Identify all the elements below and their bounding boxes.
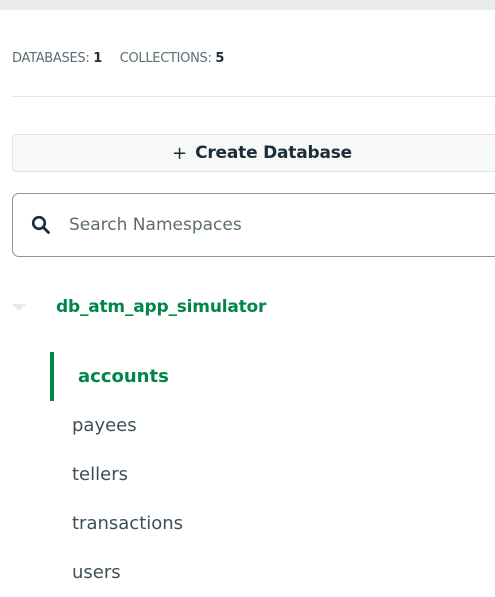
databases-count: 1 [93,51,102,66]
database-name: db_atm_app_simulator [56,297,267,317]
create-database-label: Create Database [195,143,352,163]
collection-name: users [72,562,121,583]
active-indicator [50,352,54,401]
caret-down-icon[interactable] [10,300,28,314]
collection-list: accounts payees tellers transactions use… [0,352,495,597]
collection-item-payees[interactable]: payees [0,401,495,450]
collection-name: tellers [72,464,128,485]
collections-label: COLLECTIONS: [119,51,212,66]
collection-item-accounts[interactable]: accounts [0,352,495,401]
database-item[interactable]: db_atm_app_simulator [0,290,495,324]
databases-label: DATABASES: [12,51,90,66]
create-database-button[interactable]: + Create Database [12,134,495,172]
search-namespaces-field[interactable] [12,193,495,257]
collections-count: 5 [215,51,225,66]
collection-name: transactions [72,513,184,534]
search-icon [31,215,50,234]
namespace-stats: DATABASES: 1 COLLECTIONS: 5 [12,51,224,66]
collection-name: payees [72,415,137,436]
collection-item-tellers[interactable]: tellers [0,450,495,499]
collection-item-transactions[interactable]: transactions [0,499,495,548]
collection-item-users[interactable]: users [0,548,495,597]
collection-name: accounts [78,366,169,387]
top-strip [0,0,495,10]
plus-icon: + [171,142,188,164]
search-input[interactable] [69,215,429,235]
divider [12,96,495,97]
